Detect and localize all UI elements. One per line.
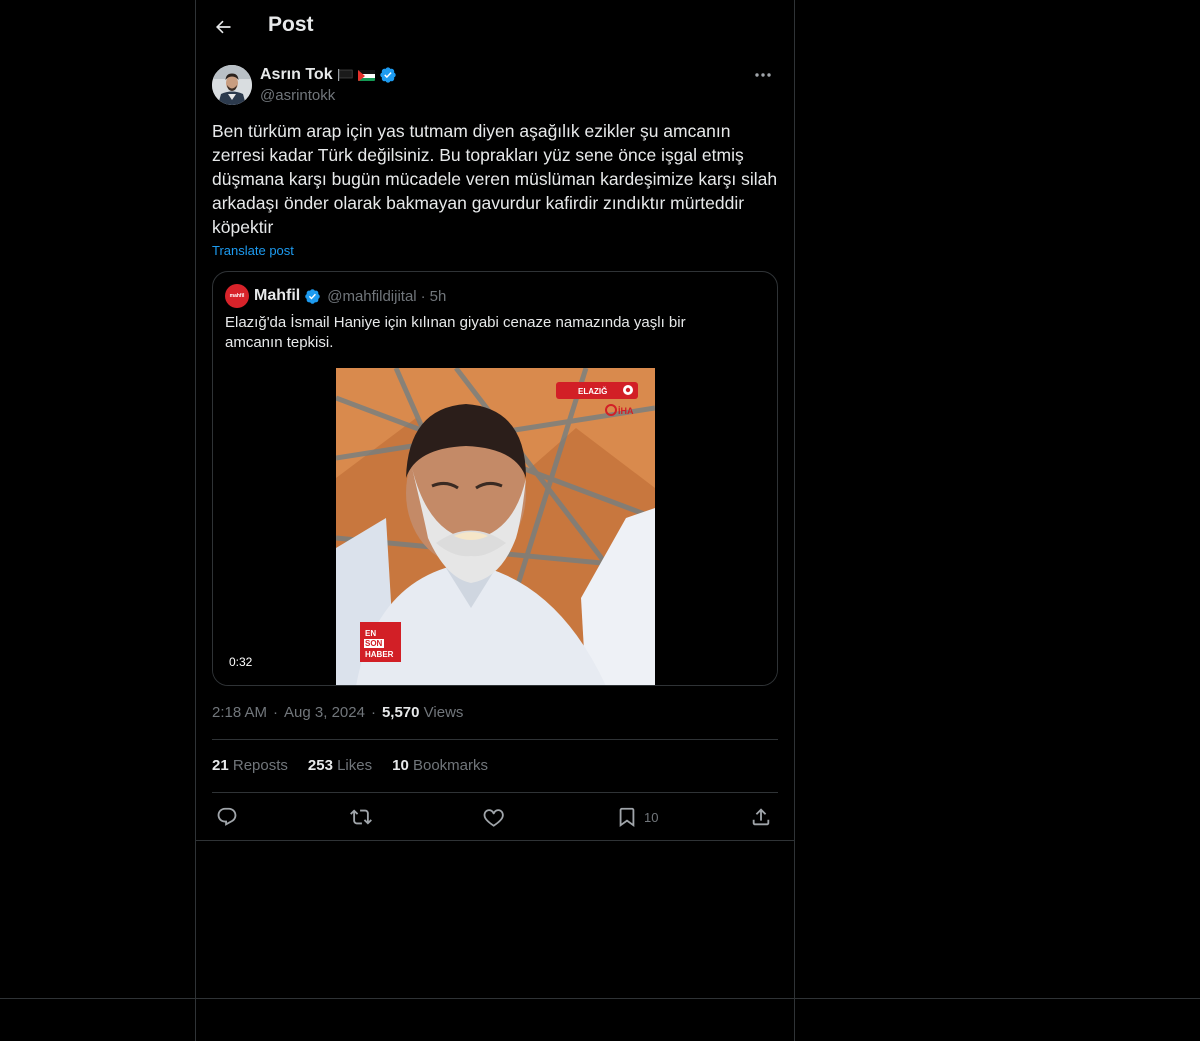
quoted-author-handle: @mahfildijital <box>327 287 417 305</box>
views-count: 5,570 <box>381 704 420 721</box>
views-label: Views <box>423 704 464 721</box>
likes-stat[interactable]: 253 Likes <box>308 757 372 774</box>
share-icon <box>752 808 770 826</box>
repost-button[interactable] <box>350 804 372 830</box>
more-button[interactable] <box>746 64 780 86</box>
separator-dot: · <box>420 287 426 305</box>
author-name-row: Asrın Tok <box>260 66 397 84</box>
bookmarks-stat[interactable]: 10 Bookmarks <box>392 757 488 774</box>
quoted-post-text: Elazığ'da İsmail Haniye için kılınan giy… <box>225 314 686 351</box>
bookmark-button[interactable]: 10 <box>616 804 658 830</box>
author-name[interactable]: Asrın Tok <box>260 66 333 84</box>
verified-badge-icon <box>305 288 320 304</box>
svg-text:SON: SON <box>365 639 383 648</box>
bookmark-count: 10 <box>644 809 659 825</box>
video-thumbnail: ELAZIĞ İHA EN SON HABER <box>336 368 655 685</box>
reposts-stat[interactable]: 21 Reposts <box>212 757 288 774</box>
verified-badge-icon <box>379 67 396 83</box>
translate-post-link[interactable]: Translate post <box>212 243 294 258</box>
author-handle[interactable]: @asrintokk <box>260 87 335 104</box>
post-metadata: 2:18 AM · Aug 3, 2024 · 5,570 Views <box>212 704 463 721</box>
repost-icon <box>350 809 372 825</box>
back-button[interactable] <box>206 10 240 44</box>
separator-dot: · <box>370 704 376 721</box>
black-flag-icon <box>337 69 354 81</box>
video-agency-tag: İHA <box>618 406 634 416</box>
divider <box>212 739 778 740</box>
avatar[interactable] <box>212 65 252 105</box>
post-column: Post Asrın Tok @asrintokk Ben türküm ara… <box>195 0 795 1041</box>
page-title: Post <box>268 13 314 36</box>
more-icon <box>755 73 771 77</box>
like-button[interactable] <box>483 804 505 830</box>
quoted-author-name[interactable]: Mahfil <box>254 287 300 305</box>
share-button[interactable] <box>750 804 772 830</box>
video-logo-text: EN <box>365 629 376 638</box>
quoted-post-header: mahfil Mahfil @mahfildijital · 5h <box>225 284 446 308</box>
quoted-avatar[interactable]: mahfil <box>225 284 249 308</box>
reply-button[interactable] <box>216 804 238 830</box>
video-player[interactable]: ELAZIĞ İHA EN SON HABER 0:32 <box>213 368 777 685</box>
post-bottom-border <box>196 840 794 841</box>
palestine-flag-icon <box>357 69 375 81</box>
divider <box>212 792 778 793</box>
bookmark-icon <box>619 807 635 828</box>
author-row: Asrın Tok @asrintokk <box>212 64 780 108</box>
video-duration: 0:32 <box>225 653 257 671</box>
quoted-post-time: 5h <box>429 287 447 305</box>
like-icon <box>483 809 504 827</box>
post-text: Ben türküm arap için yas tutmam diyen aş… <box>212 121 778 237</box>
separator-dot: · <box>273 704 279 721</box>
post-header: Post <box>196 0 794 54</box>
reply-icon <box>217 807 237 826</box>
quoted-post[interactable]: mahfil Mahfil @mahfildijital · 5h Elazığ… <box>212 271 778 686</box>
video-location-tag: ELAZIĞ <box>578 387 607 396</box>
post-date[interactable]: Aug 3, 2024 <box>284 704 365 721</box>
post-time[interactable]: 2:18 AM <box>212 704 267 721</box>
back-arrow-icon <box>216 20 231 34</box>
engagement-stats: 21 Reposts 253 Likes 10 Bookmarks <box>212 757 488 774</box>
action-bar: 10 <box>212 804 780 830</box>
svg-text:HABER: HABER <box>365 650 394 659</box>
